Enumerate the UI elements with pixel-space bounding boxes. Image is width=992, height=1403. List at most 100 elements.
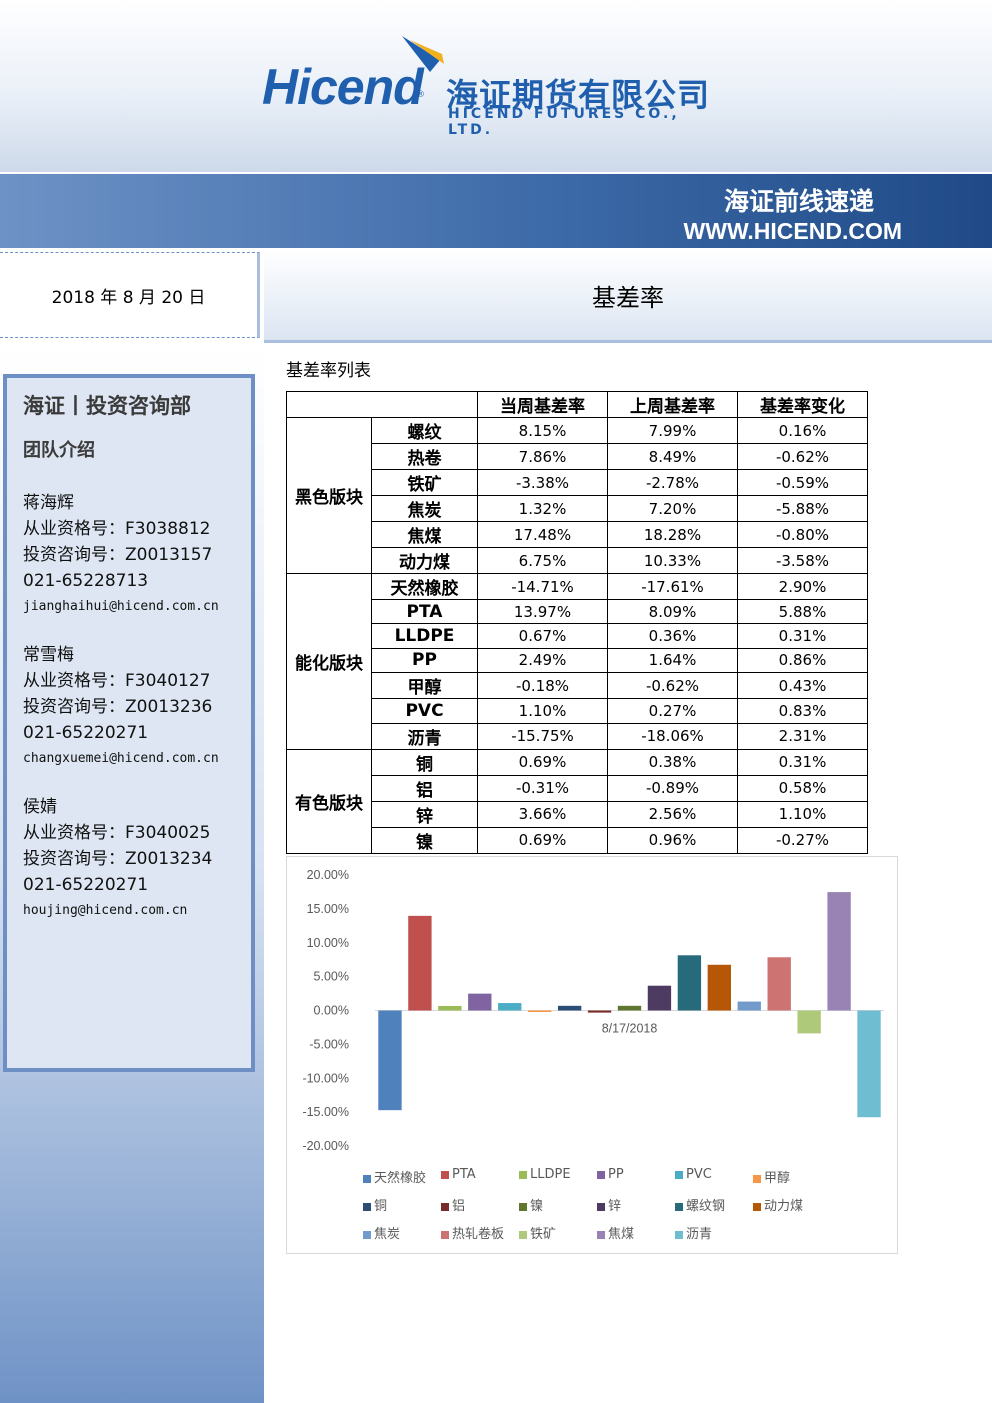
bar-天然橡胶 (378, 1010, 402, 1111)
basis-bar-chart: 20.00% 15.00% 10.00% 5.00% 0.00% -5.00% -10.00… (286, 856, 898, 1254)
this-week-rate: -0.18% (477, 672, 608, 700)
legend-item: 甲醇 (753, 1167, 790, 1186)
member-email[interactable]: changxuemei@hicend.com.cn (23, 746, 251, 772)
last-week-rate: 0.38% (607, 748, 738, 776)
last-week-rate: 7.99% (607, 417, 738, 444)
last-week-rate: -0.89% (607, 774, 738, 802)
member-consult-number: 投资咨询号：Z0013157 (23, 545, 213, 565)
last-week-rate: 0.27% (607, 698, 738, 724)
last-week-rate: 0.96% (607, 826, 738, 854)
rate-change: 0.43% (737, 672, 868, 700)
this-week-rate: 2.49% (477, 647, 608, 674)
last-week-rate: -0.62% (607, 672, 738, 700)
product-name: 铝 (371, 774, 478, 802)
table-row: 热卷 7.86% 8.49% -0.62% (287, 443, 868, 470)
basis-rate-table: 当周基差率 上周基差率 基差率变化 黑色版块 螺纹 8.15% 7.99% 0.16% 热… (286, 391, 868, 854)
last-week-rate: 2.56% (607, 800, 738, 828)
this-week-rate: 7.86% (477, 443, 608, 470)
legend-item: 天然橡胶 (363, 1167, 426, 1186)
product-name: 沥青 (371, 722, 478, 750)
legend-item: PVC (675, 1167, 712, 1182)
sector-label: 黑色版块 (286, 417, 372, 574)
product-name: 甲醇 (371, 672, 478, 700)
member-name: 侯婧 (23, 797, 57, 817)
last-week-rate: -18.06% (607, 722, 738, 750)
member-name: 常雪梅 (23, 645, 74, 665)
legend-label: 铁矿 (530, 1227, 557, 1242)
product-name: LLDPE (371, 623, 478, 649)
member-phone: 021-65220271 (23, 723, 149, 743)
rate-change: 0.58% (737, 774, 868, 802)
this-week-rate: -3.38% (477, 469, 608, 496)
this-week-rate: -0.31% (477, 774, 608, 802)
legend-swatch (675, 1230, 683, 1239)
member-email[interactable]: jianghaihui@hicend.com.cn (23, 594, 251, 620)
table-row: 黑色版块 螺纹 8.15% 7.99% 0.16% (286, 417, 868, 574)
header-band: 海证前线速递 WWW.HICEND.COM (0, 174, 992, 248)
legend-swatch (519, 1170, 527, 1179)
table-row: 焦炭 1.32% 7.20% -5.88% (287, 495, 868, 522)
this-week-rate: 1.32% (477, 495, 608, 522)
legend-item: 螺纹钢 (675, 1195, 725, 1214)
rate-change: 2.31% (737, 722, 868, 750)
legend-label: PTA (452, 1167, 476, 1182)
y-tick-label: 5.00% (314, 970, 349, 984)
legend-swatch (441, 1170, 449, 1179)
legend-item: 锌 (597, 1195, 621, 1214)
table-row: LLDPE 0.67% 0.36% 0.31% (287, 623, 868, 649)
legend-swatch (441, 1230, 449, 1239)
y-tick-label: -10.00% (302, 1071, 349, 1085)
legend-item: PTA (441, 1167, 476, 1182)
col-header-this-week: 当周基差率 (477, 391, 608, 418)
bar-焦煤 (827, 892, 851, 1011)
legend-swatch (363, 1202, 371, 1211)
legend-swatch (441, 1202, 449, 1211)
last-week-rate: 8.09% (607, 598, 738, 625)
product-name: 锌 (371, 800, 478, 828)
member-consult-number: 投资咨询号：Z0013234 (23, 849, 213, 869)
legend-label: 焦煤 (608, 1227, 635, 1242)
bar-PTA (408, 915, 432, 1011)
rate-change: 0.31% (737, 623, 868, 649)
this-week-rate: 1.10% (477, 698, 608, 724)
bar-PVC (498, 1003, 522, 1011)
legend-label: 锌 (608, 1199, 622, 1214)
legend-label: 热轧卷板 (452, 1227, 505, 1242)
last-week-rate: -2.78% (607, 469, 738, 496)
last-week-rate: 18.28% (607, 521, 738, 548)
bar-锌 (647, 985, 672, 1011)
member-email[interactable]: houjing@hicend.com.cn (23, 898, 251, 924)
legend-swatch (597, 1202, 605, 1211)
legend-item: 铜 (363, 1195, 387, 1214)
bar-甲醇 (527, 1010, 552, 1012)
bar-铜 (557, 1005, 582, 1011)
legend-swatch (675, 1170, 683, 1179)
y-tick-label: -15.00% (302, 1105, 349, 1119)
y-tick-label: 20.00% (307, 868, 349, 882)
this-week-rate: 6.75% (477, 547, 608, 574)
legend-item: 焦煤 (597, 1223, 634, 1242)
product-name: 天然橡胶 (371, 573, 478, 600)
bar-焦炭 (737, 1001, 761, 1011)
last-week-rate: 7.20% (607, 495, 738, 522)
registered-mark: ® (416, 90, 425, 100)
table-row: PP 2.49% 1.64% 0.86% (287, 647, 868, 674)
y-tick-label: -20.00% (302, 1139, 349, 1153)
product-name: PVC (371, 698, 478, 724)
product-name: 焦炭 (371, 495, 478, 522)
rate-change: -5.88% (737, 495, 868, 522)
product-name: 镍 (371, 826, 478, 854)
legend-label: 铜 (374, 1199, 388, 1214)
rate-change: 0.83% (737, 698, 868, 724)
member-qualification: 从业资格号：F3040025 (23, 823, 211, 843)
last-week-rate: -17.61% (607, 573, 738, 600)
legend-swatch (363, 1230, 371, 1239)
product-name: 螺纹 (371, 417, 478, 444)
this-week-rate: 0.67% (477, 623, 608, 649)
team-member: 常雪梅 从业资格号：F3040127 投资咨询号：Z0013236 021-65… (23, 642, 251, 772)
last-week-rate: 0.36% (607, 623, 738, 649)
y-tick-label: -5.00% (309, 1037, 349, 1051)
website-link[interactable]: WWW.HICEND.COM (684, 218, 902, 245)
member-qualification: 从业资格号：F3038812 (23, 519, 211, 539)
this-week-rate: -15.75% (477, 722, 608, 750)
